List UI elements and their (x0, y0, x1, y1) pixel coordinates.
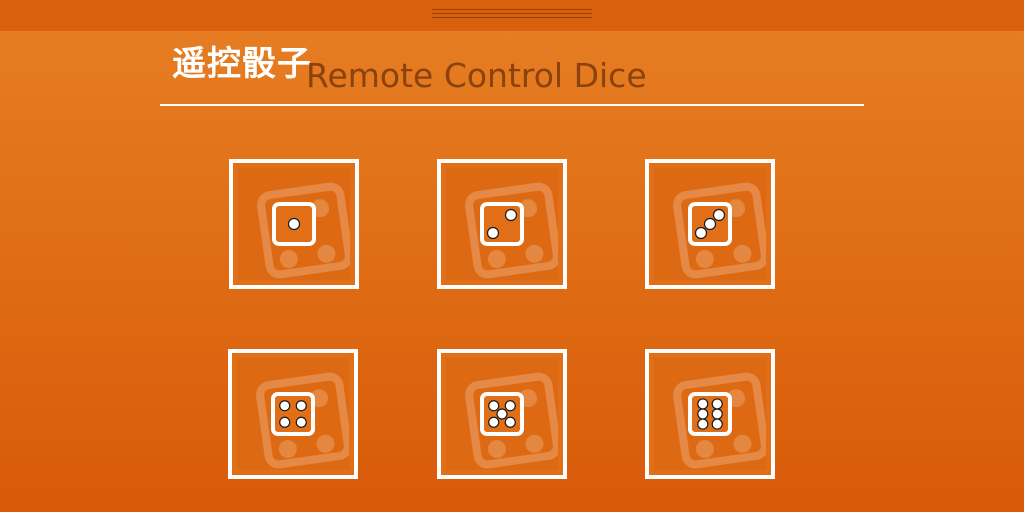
dice-2-button[interactable] (437, 159, 567, 289)
die-pip (712, 208, 726, 222)
app-title-chinese: 遥控骰子 (172, 44, 312, 84)
die-pip (287, 217, 301, 231)
grip-line (432, 17, 592, 18)
dice-5-icon (441, 353, 563, 475)
die-pip (697, 408, 709, 420)
dice-1-button[interactable] (229, 159, 359, 289)
die-pip (504, 400, 516, 412)
die-pip (694, 226, 708, 240)
die-pip (703, 217, 717, 231)
die-pip (295, 400, 307, 412)
dice-3-icon (649, 163, 771, 285)
die-pip (488, 400, 500, 412)
header-divider (160, 104, 864, 106)
die-face-inner (275, 396, 311, 432)
die-pip (295, 416, 307, 428)
drag-handle[interactable] (432, 9, 592, 23)
die-pip (279, 400, 291, 412)
die-pip (496, 408, 508, 420)
die-pip (711, 418, 723, 430)
dice-5-button[interactable] (437, 349, 567, 479)
die-pip (697, 398, 709, 410)
die-pip (279, 416, 291, 428)
dice-2-icon (441, 163, 563, 285)
die-pip (711, 398, 723, 410)
die-pip (504, 416, 516, 428)
die-pip (697, 418, 709, 430)
dice-6-icon (649, 353, 771, 475)
die-pip (488, 416, 500, 428)
dice-3-button[interactable] (645, 159, 775, 289)
dice-4-icon (232, 353, 354, 475)
die-pip (486, 226, 500, 240)
dice-6-button[interactable] (645, 349, 775, 479)
top-bar (0, 0, 1024, 31)
dice-1-icon (233, 163, 355, 285)
app-title-english: Remote Control Dice (306, 56, 647, 95)
die-pip (504, 208, 518, 222)
dice-4-button[interactable] (228, 349, 358, 479)
grip-line (432, 9, 592, 10)
grip-line (432, 13, 592, 14)
die-pip (711, 408, 723, 420)
